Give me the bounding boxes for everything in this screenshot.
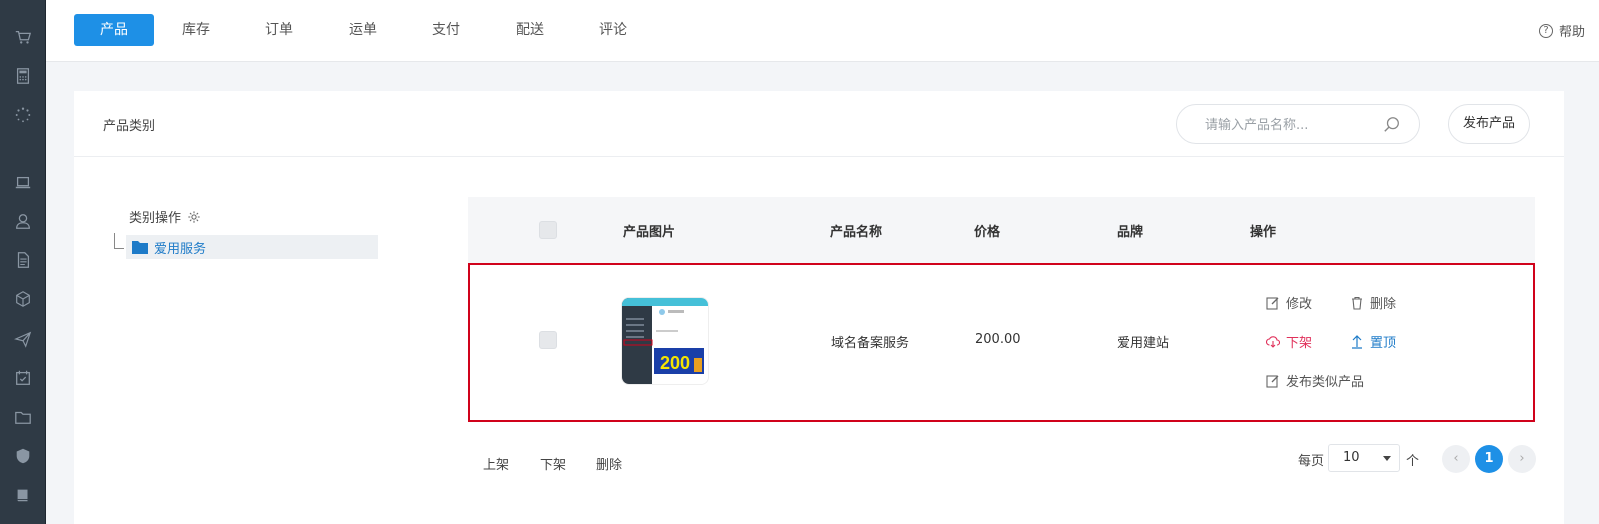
user-icon[interactable] — [13, 211, 33, 231]
tab-reviews[interactable]: 评论 — [573, 14, 653, 46]
category-ops-label: 类别操作 — [129, 211, 182, 226]
edit-icon — [1266, 374, 1279, 388]
per-page-suffix: 个 — [1406, 454, 1420, 469]
bulk-delete-button[interactable]: 删除 — [596, 454, 622, 473]
tab-orders[interactable]: 订单 — [239, 14, 319, 46]
edit-label: 修改 — [1286, 297, 1313, 312]
search-box — [1176, 104, 1420, 144]
caret-down-icon — [1383, 456, 1391, 461]
delete-button[interactable]: 删除 — [1350, 293, 1396, 312]
product-name: 域名备案服务 — [831, 336, 910, 351]
pin-top-button[interactable]: 置顶 — [1350, 332, 1396, 351]
top-nav: 产品 库存 订单 运单 支付 配送 评论 ? 帮助 — [46, 0, 1599, 62]
product-price: 200.00 — [975, 332, 1021, 347]
header-actions: 操作 — [1250, 225, 1277, 240]
loading-icon[interactable] — [13, 105, 33, 125]
header-image: 产品图片 — [623, 225, 676, 240]
per-page-prefix: 每页 — [1298, 454, 1325, 469]
edit-icon — [1266, 296, 1279, 310]
publish-similar-button[interactable]: 发布类似产品 — [1266, 371, 1364, 390]
tree-node-aiyong-service[interactable]: 爱用服务 — [126, 235, 378, 259]
tab-inventory[interactable]: 库存 — [156, 14, 236, 46]
header-name: 产品名称 — [830, 225, 883, 240]
laptop-icon[interactable] — [13, 173, 33, 193]
table-header: 产品图片 产品名称 价格 品牌 操作 — [468, 197, 1535, 263]
tree-node-label: 爱用服务 — [154, 241, 207, 257]
gear-icon[interactable] — [187, 210, 201, 224]
folder-icon[interactable] — [13, 407, 33, 427]
tab-products[interactable]: 产品 — [74, 14, 154, 46]
calculator-icon[interactable] — [13, 66, 33, 86]
thumb-price-text: 200 — [660, 353, 690, 373]
tab-waybills[interactable]: 运单 — [323, 14, 403, 46]
per-page-value: 10 — [1343, 450, 1360, 465]
tree-connector — [114, 233, 124, 249]
delete-label: 删除 — [1370, 297, 1397, 312]
header-price: 价格 — [974, 225, 1001, 240]
cloud-download-icon — [1266, 335, 1280, 348]
prev-page-button[interactable]: ‹ — [1442, 445, 1470, 473]
search-input[interactable] — [1205, 115, 1375, 135]
product-thumbnail[interactable]: 200 — [621, 297, 709, 385]
product-panel: 产品类别 发布产品 类别操作 爱用服务 产品图片 产品名称 价格 品牌 操作 — [74, 91, 1564, 524]
page-1-button[interactable]: 1 — [1475, 445, 1503, 473]
bulk-shelve-button[interactable]: 上架 — [483, 454, 509, 473]
unshelve-button[interactable]: 下架 — [1266, 332, 1312, 351]
table-row: 200 域名备案服务 200.00 爱用建站 修改 删除 下架 置顶 发布类似产… — [468, 263, 1535, 422]
search-icon[interactable] — [1383, 116, 1401, 134]
product-table: 产品图片 产品名称 价格 品牌 操作 200 域名备案服务 200.00 爱用建… — [468, 197, 1535, 422]
edit-button[interactable]: 修改 — [1266, 293, 1312, 312]
header-brand: 品牌 — [1117, 225, 1144, 240]
folder-icon — [132, 241, 148, 254]
calendar-check-icon[interactable] — [13, 368, 33, 388]
sidebar — [0, 0, 46, 524]
cube-icon[interactable] — [13, 289, 33, 309]
row-checkbox[interactable] — [539, 331, 557, 349]
shield-icon[interactable] — [13, 446, 33, 466]
per-page-select[interactable]: 10 — [1328, 444, 1400, 472]
pin-top-label: 置顶 — [1370, 336, 1397, 351]
tab-payment[interactable]: 支付 — [406, 14, 486, 46]
send-icon[interactable] — [13, 329, 33, 349]
help-link[interactable]: ? 帮助 — [1538, 21, 1585, 40]
next-page-button[interactable]: › — [1508, 445, 1536, 473]
arrow-up-icon — [1352, 334, 1362, 349]
category-ops[interactable]: 类别操作 — [129, 207, 201, 226]
unshelve-label: 下架 — [1286, 336, 1313, 351]
panel-header: 产品类别 发布产品 — [74, 91, 1564, 157]
publish-product-button[interactable]: 发布产品 — [1448, 104, 1530, 144]
tab-delivery[interactable]: 配送 — [490, 14, 570, 46]
book-icon[interactable] — [13, 485, 33, 505]
publish-similar-label: 发布类似产品 — [1286, 375, 1365, 390]
cart-icon[interactable] — [13, 27, 33, 47]
help-icon: ? — [1538, 23, 1553, 38]
trash-icon — [1352, 296, 1362, 310]
help-label: 帮助 — [1558, 25, 1585, 40]
select-all-checkbox[interactable] — [539, 221, 557, 239]
bulk-unshelve-button[interactable]: 下架 — [540, 454, 566, 473]
document-icon[interactable] — [13, 250, 33, 270]
product-brand: 爱用建站 — [1117, 336, 1170, 351]
panel-title: 产品类别 — [103, 119, 156, 134]
